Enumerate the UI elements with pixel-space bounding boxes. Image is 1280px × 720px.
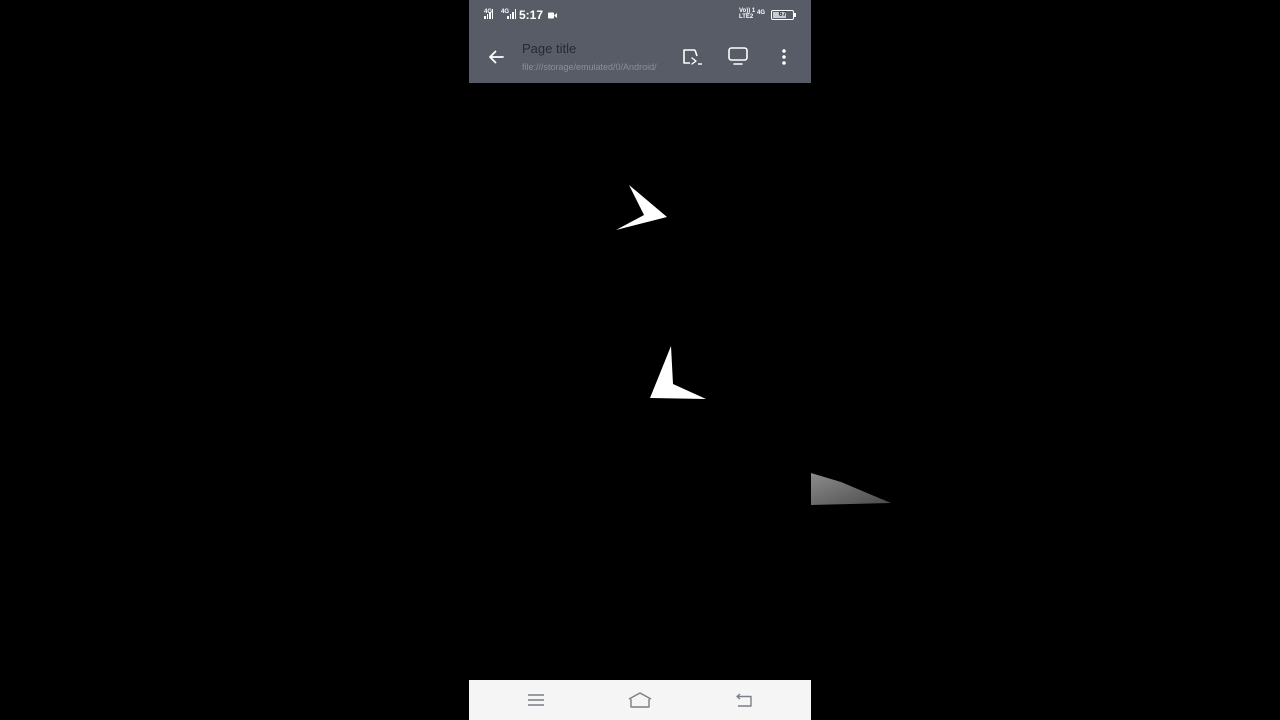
signal-icon bbox=[484, 9, 494, 19]
video-record-icon bbox=[548, 12, 557, 19]
recent-apps-button[interactable] bbox=[524, 688, 548, 712]
monitor-button[interactable] bbox=[724, 43, 752, 69]
more-options-button[interactable] bbox=[772, 44, 796, 70]
status-bar: 4G 4G 5:17 Vo)) 1 LTE2 4G 67 bbox=[469, 0, 811, 30]
browser-toolbar: Page title file:///storage/emulated/0/An… bbox=[469, 30, 811, 83]
system-nav-bar bbox=[469, 680, 811, 720]
battery-percent: 67 bbox=[778, 11, 787, 18]
nav-back-button[interactable] bbox=[732, 688, 756, 712]
signal-icon bbox=[507, 9, 517, 19]
arrowhead-shape-right bbox=[616, 185, 667, 230]
home-icon bbox=[628, 692, 652, 708]
volte-line2: LTE2 bbox=[739, 14, 754, 20]
page-url: file:///storage/emulated/0/Android/ bbox=[522, 62, 657, 72]
share-screen-button[interactable] bbox=[679, 44, 707, 70]
edge-shape bbox=[811, 473, 891, 505]
web-content bbox=[469, 83, 811, 680]
page-title: Page title bbox=[522, 41, 577, 56]
title-block: Page title file:///storage/emulated/0/An… bbox=[522, 41, 670, 73]
monitor-icon bbox=[728, 47, 748, 65]
back-icon bbox=[736, 693, 752, 707]
menu-icon bbox=[528, 694, 544, 706]
home-button[interactable] bbox=[628, 688, 652, 712]
screen-viewport: 4G 4G 5:17 Vo)) 1 LTE2 4G 67 Page title … bbox=[0, 0, 1280, 720]
arrowhead-shape-corner bbox=[650, 346, 706, 399]
volte-icon: Vo)) 1 LTE2 bbox=[739, 8, 755, 20]
back-button[interactable] bbox=[483, 44, 509, 70]
battery-icon: 67 bbox=[771, 10, 796, 20]
back-arrow-icon bbox=[489, 50, 504, 64]
share-screen-icon bbox=[683, 49, 702, 65]
more-vert-icon bbox=[782, 49, 786, 65]
status-time: 5:17 bbox=[519, 8, 544, 22]
phone-screen: 4G 4G 5:17 Vo)) 1 LTE2 4G 67 Page title … bbox=[469, 0, 811, 720]
lte-label: 4G bbox=[757, 10, 766, 16]
